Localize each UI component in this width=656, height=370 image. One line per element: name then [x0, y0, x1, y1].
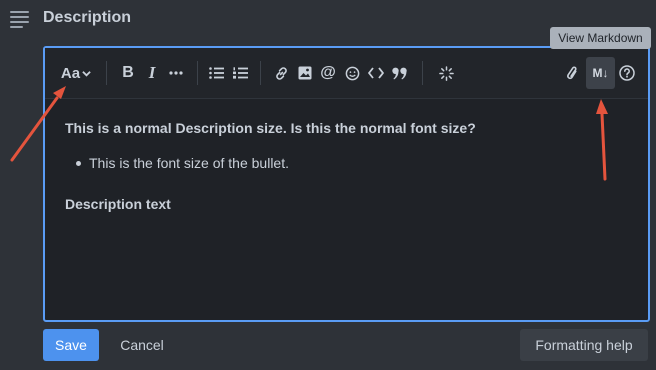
- description-editor[interactable]: Aa B I @ M↓ This is a normal Description…: [43, 46, 650, 322]
- bullet-dot: [76, 161, 81, 166]
- chevron-down-icon: [82, 70, 91, 77]
- bullet-text: This is the font size of the bullet.: [89, 155, 289, 171]
- editor-toolbar: Aa B I @ M↓: [45, 48, 648, 99]
- mention-button[interactable]: @: [318, 63, 338, 83]
- sparkle-icon: [438, 65, 454, 81]
- content-line: Description text: [65, 196, 171, 212]
- bold-icon: B: [122, 64, 134, 81]
- quote-icon: [392, 67, 407, 79]
- emoji-button[interactable]: [342, 63, 362, 83]
- page-title: Description: [43, 9, 132, 26]
- help-button[interactable]: [617, 63, 637, 83]
- more-formatting-button[interactable]: [166, 63, 186, 83]
- save-button[interactable]: Save: [43, 329, 99, 361]
- emoji-icon: [345, 66, 359, 80]
- code-button[interactable]: [366, 63, 386, 83]
- bullet-list-icon: [208, 67, 224, 79]
- bullet-list-button[interactable]: [206, 63, 226, 83]
- italic-button[interactable]: I: [142, 63, 162, 83]
- italic-icon: I: [148, 63, 156, 82]
- content-line: This is a normal Description size. Is th…: [65, 120, 476, 136]
- description-lines-icon: [10, 11, 29, 28]
- numbered-list-button[interactable]: [230, 63, 250, 83]
- view-markdown-tooltip: View Markdown: [550, 27, 651, 49]
- list-item: This is the font size of the bullet.: [65, 155, 638, 171]
- link-icon: [275, 66, 287, 80]
- attach-button[interactable]: [562, 63, 582, 83]
- image-icon: [298, 66, 312, 80]
- attachment-icon: [567, 66, 577, 79]
- link-button[interactable]: [271, 63, 291, 83]
- ai-assist-button[interactable]: [436, 63, 456, 83]
- font-size-label: Aa: [60, 64, 81, 82]
- image-button[interactable]: [295, 63, 315, 83]
- code-icon: [368, 67, 384, 79]
- font-size-dropdown[interactable]: Aa: [59, 63, 93, 83]
- formatting-help-button[interactable]: Formatting help: [520, 329, 648, 361]
- more-icon: [169, 71, 183, 75]
- cancel-button[interactable]: Cancel: [108, 329, 176, 361]
- view-markdown-button[interactable]: M↓: [586, 57, 615, 89]
- mention-icon: @: [320, 64, 336, 81]
- bold-button[interactable]: B: [118, 63, 138, 83]
- quote-button[interactable]: [390, 63, 410, 83]
- numbered-list-icon: [232, 67, 248, 79]
- help-icon: [619, 65, 635, 81]
- editor-content[interactable]: This is a normal Description size. Is th…: [65, 120, 638, 212]
- markdown-icon: M↓: [592, 66, 609, 80]
